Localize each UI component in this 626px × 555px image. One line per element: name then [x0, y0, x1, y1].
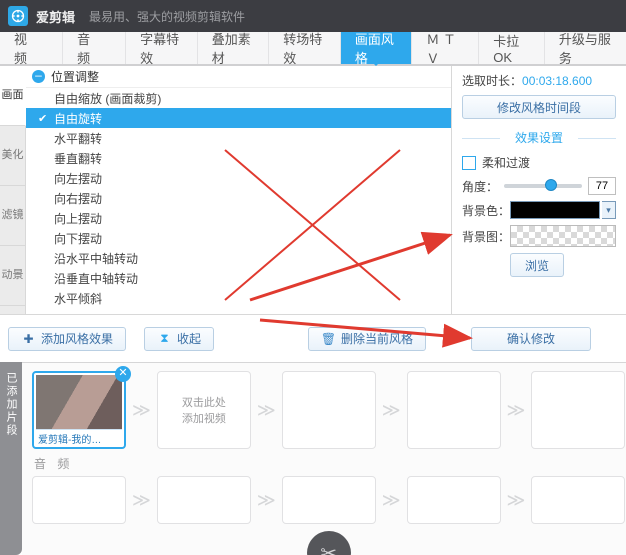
list-item[interactable]: 沿水平中轴转动	[26, 248, 451, 268]
soft-transition-checkbox[interactable]	[462, 156, 476, 170]
timeline-area: 已添加片段 ✕ 爱剪辑-我的… ≫ 双击此处 添加视频 ≫ ≫ ≫ 音 频 ≫	[0, 362, 626, 555]
hourglass-icon: ⧗	[157, 331, 172, 346]
audio-track-label: 音 频	[34, 455, 625, 472]
trash-icon: 🗑	[321, 331, 336, 346]
tab-audio[interactable]: 音 频	[63, 32, 126, 64]
list-item[interactable]: 垂直翻转	[26, 148, 451, 168]
effect-group-header[interactable]: – 位置调整	[26, 66, 451, 88]
tab-karaoke[interactable]: 卡拉OK	[479, 32, 545, 64]
audio-clip-placeholder[interactable]	[407, 476, 501, 524]
video-clip-placeholder[interactable]	[282, 371, 376, 449]
clip-thumbnail	[36, 375, 122, 429]
angle-input[interactable]	[588, 177, 616, 195]
video-track: ✕ 爱剪辑-我的… ≫ 双击此处 添加视频 ≫ ≫ ≫	[32, 371, 625, 449]
list-item[interactable]: 向右摆动	[26, 188, 451, 208]
category-rail: 画面 美化 滤镜 动景	[0, 66, 26, 314]
list-item[interactable]: 向下摆动	[26, 228, 451, 248]
clip-caption: 爱剪辑-我的…	[36, 429, 122, 445]
angle-label: 角度：	[462, 178, 498, 195]
video-clip-placeholder[interactable]: 双击此处 添加视频	[157, 371, 251, 449]
tab-video[interactable]: 视 频	[0, 32, 63, 64]
wand-icon: ✚	[21, 331, 36, 346]
rail-beauty-label: 美化	[2, 149, 24, 162]
tab-upgrade[interactable]: 升级与服务	[545, 32, 626, 64]
rail-beauty[interactable]: 美化	[0, 126, 25, 186]
tab-style[interactable]: 画面风格	[341, 32, 413, 64]
audio-clip-placeholder[interactable]	[32, 476, 126, 524]
title-bar: 爱剪辑 最易用、强大的视频剪辑软件	[0, 0, 626, 32]
bgcolor-swatch[interactable]	[510, 201, 600, 219]
tab-overlay[interactable]: 叠加素材	[198, 32, 270, 64]
list-item[interactable]: 向上摆动	[26, 208, 451, 228]
list-item[interactable]: 沿垂直中轴转动	[26, 268, 451, 288]
arrow-icon: ≫	[507, 400, 526, 421]
add-style-button[interactable]: ✚ 添加风格效果	[8, 327, 126, 351]
action-bar: ✚ 添加风格效果 ⧗ 收起 🗑 删除当前风格 确认修改	[0, 314, 626, 362]
rail-filter-label: 滤镜	[2, 209, 24, 222]
audio-clip-placeholder[interactable]	[531, 476, 625, 524]
main-tabs: 视 频 音 频 字幕特效 叠加素材 转场特效 画面风格 Ｍ Ｔ Ｖ 卡拉OK 升…	[0, 32, 626, 66]
timeline-side-tab[interactable]: 已添加片段	[0, 362, 22, 555]
arrow-icon: ≫	[507, 490, 526, 511]
video-clip-placeholder[interactable]	[531, 371, 625, 449]
bgcolor-label: 背景色：	[462, 202, 510, 219]
bgcolor-dropdown[interactable]: ▾	[602, 201, 616, 219]
settings-pane: 选取时长： 00:03:18.600 修改风格时间段 效果设置 柔和过渡 角度：…	[452, 66, 626, 314]
audio-clip-placeholder[interactable]	[282, 476, 376, 524]
cut-button[interactable]: ✂	[307, 531, 351, 555]
app-name: 爱剪辑	[36, 7, 75, 26]
list-item[interactable]: 向左摆动	[26, 168, 451, 188]
confirm-button[interactable]: 确认修改	[471, 327, 591, 351]
tab-transition[interactable]: 转场特效	[269, 32, 341, 64]
angle-slider-thumb[interactable]	[545, 179, 557, 191]
collapse-icon: –	[32, 70, 45, 83]
delete-style-button[interactable]: 🗑 删除当前风格	[308, 327, 426, 351]
effect-list[interactable]: 自由缩放 (画面裁剪) ✔自由旋转 水平翻转 垂直翻转 向左摆动 向右摆动 向上…	[26, 88, 451, 308]
angle-slider[interactable]	[504, 184, 582, 188]
bgimage-preview	[510, 225, 616, 247]
soft-transition-label: 柔和过渡	[482, 154, 530, 171]
arrow-icon: ≫	[257, 490, 276, 511]
tab-subtitle[interactable]: 字幕特效	[126, 32, 198, 64]
audio-track: ≫ ≫ ≫ ≫	[32, 476, 625, 524]
list-item[interactable]: 水平翻转	[26, 128, 451, 148]
rail-picture-label: 画面	[2, 89, 24, 102]
workspace: 画面 美化 滤镜 动景 – 位置调整 自由缩放 (画面裁剪) ✔自由旋转 水平翻…	[0, 66, 626, 314]
selection-length-label: 选取时长：	[462, 72, 522, 89]
video-clip-placeholder[interactable]	[407, 371, 501, 449]
app-logo	[8, 6, 28, 26]
arrow-icon: ≫	[132, 490, 151, 511]
app-slogan: 最易用、强大的视频剪辑软件	[89, 8, 245, 25]
scissors-icon: ✂	[320, 541, 337, 555]
arrow-icon: ≫	[382, 400, 401, 421]
browse-button[interactable]: 浏览	[510, 253, 564, 277]
arrow-icon: ≫	[257, 400, 276, 421]
rail-filter[interactable]: 滤镜	[0, 186, 25, 246]
selection-length-value: 00:03:18.600	[522, 74, 592, 88]
soft-transition-row[interactable]: 柔和过渡	[462, 154, 616, 171]
timeline: ✕ 爱剪辑-我的… ≫ 双击此处 添加视频 ≫ ≫ ≫ 音 频 ≫ ≫ ≫	[22, 362, 626, 555]
effect-list-pane: – 位置调整 自由缩放 (画面裁剪) ✔自由旋转 水平翻转 垂直翻转 向左摆动 …	[26, 66, 452, 314]
list-item[interactable]: ✔自由旋转	[26, 108, 451, 128]
list-item[interactable]: 自由缩放 (画面裁剪)	[26, 88, 451, 108]
check-icon: ✔	[38, 112, 47, 125]
arrow-icon: ≫	[132, 400, 151, 421]
audio-clip-placeholder[interactable]	[157, 476, 251, 524]
collapse-button[interactable]: ⧗ 收起	[144, 327, 214, 351]
settings-group-title: 效果设置	[462, 129, 616, 146]
tab-mtv[interactable]: Ｍ Ｔ Ｖ	[412, 32, 479, 64]
bgimage-label: 背景图：	[462, 228, 510, 245]
video-clip[interactable]: ✕ 爱剪辑-我的…	[32, 371, 126, 449]
rail-motion[interactable]: 动景	[0, 246, 25, 306]
remove-clip-button[interactable]: ✕	[115, 366, 131, 382]
arrow-icon: ≫	[382, 490, 401, 511]
effect-group-title: 位置调整	[51, 68, 99, 85]
rail-motion-label: 动景	[2, 269, 24, 282]
edit-range-button[interactable]: 修改风格时间段	[462, 95, 616, 119]
list-item[interactable]: 水平倾斜	[26, 288, 451, 308]
rail-picture[interactable]: 画面	[0, 66, 26, 126]
